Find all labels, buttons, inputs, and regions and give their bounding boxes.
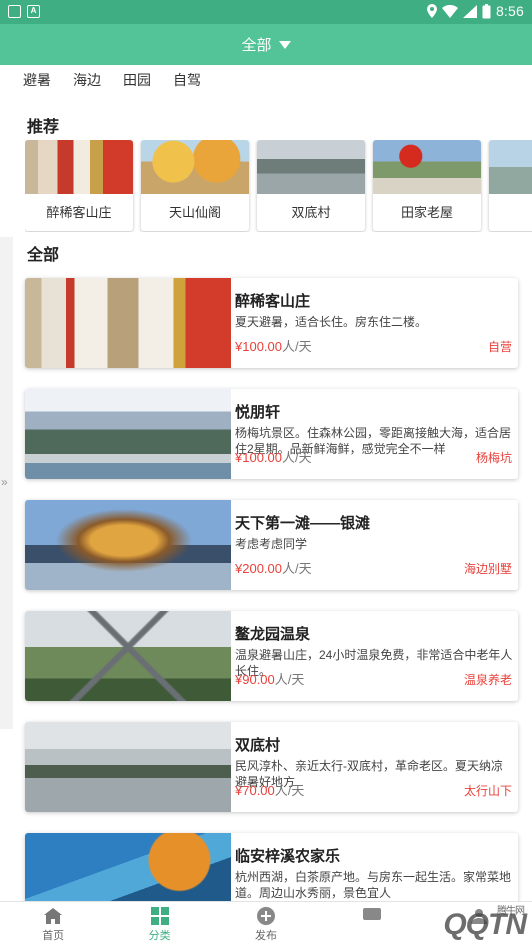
recommend-name: 天山仙阁 — [168, 205, 221, 220]
category-tab-selfdrive[interactable]: 自驾 — [173, 70, 201, 90]
home-icon — [44, 908, 63, 924]
recommend-image — [257, 140, 365, 194]
list-item[interactable]: 醉稀客山庄 夏天避暑，适合长住。房东住二楼。 ¥100.00人/天 自营 — [25, 278, 518, 368]
status-bar: A 8:56 — [0, 0, 532, 24]
nav-publish[interactable]: 发布 — [213, 902, 319, 946]
recommend-card[interactable]: 天山仙阁 — [141, 140, 249, 231]
list-item-title: 临安梓溪农家乐 — [235, 848, 341, 865]
nav-category-label: 分类 — [148, 930, 171, 942]
recommend-image — [489, 140, 532, 194]
message-icon — [363, 908, 382, 920]
status-time: 8:56 — [495, 3, 524, 19]
recommend-card[interactable]: 醉稀客山庄 — [25, 140, 133, 231]
recommend-image — [141, 140, 249, 194]
list-item-tag: 温泉养老 — [463, 673, 512, 687]
double-chevron-right-icon: » — [1, 475, 8, 489]
nav-publish-label: 发布 — [254, 930, 277, 942]
side-drawer-handle[interactable]: » — [0, 237, 13, 729]
list-item-price: ¥70.00人/天 — [235, 783, 305, 798]
category-tabs: 避暑 海边 田园 自驾 — [23, 70, 201, 90]
nav-category[interactable]: 分类 — [106, 902, 212, 946]
caret-down-icon — [278, 40, 291, 49]
list-item-image — [25, 278, 231, 368]
list-item-desc: 夏天避暑，适合长住。房东住二楼。 — [235, 315, 428, 329]
list-item-price: ¥90.00人/天 — [235, 672, 305, 687]
recommend-title: 推荐 — [27, 119, 60, 136]
list-item-tag: 杨梅坑 — [475, 451, 512, 465]
recommend-card[interactable]: 双底村 — [257, 140, 365, 231]
plus-circle-icon — [256, 907, 275, 925]
notification-icon — [8, 5, 21, 18]
list-item[interactable]: 鳌龙园温泉 温泉避暑山庄，24小时温泉免费，非常适合中老年人长住。 ¥90.00… — [25, 611, 518, 701]
recommend-name: 双底村 — [291, 205, 331, 220]
list-item-title: 天下第一滩——银滩 — [235, 515, 371, 532]
nav-home[interactable]: 首页 — [0, 902, 106, 946]
list-item-price: ¥100.00人/天 — [235, 450, 312, 465]
recommend-image — [25, 140, 133, 194]
signal-icon — [462, 4, 477, 18]
all-title: 全部 — [27, 247, 60, 264]
category-filter-header[interactable]: 全部 — [0, 24, 532, 65]
header-title: 全部 — [241, 37, 272, 54]
list-item-desc: 杭州西湖，白茶原产地。与房东一起生活。家常菜地道。周边山水秀丽，景色宜人 — [235, 870, 512, 900]
app-notification-icon: A — [27, 5, 40, 18]
recommend-carousel[interactable]: 醉稀客山庄 天山仙阁 双底村 田家老屋 — [25, 140, 532, 232]
grid-icon — [150, 907, 169, 925]
location-icon — [426, 4, 437, 18]
recommend-name: 田家老屋 — [400, 205, 453, 220]
recommend-card[interactable]: 田家老屋 — [373, 140, 481, 231]
nav-messages[interactable] — [319, 902, 425, 946]
wifi-icon — [441, 4, 458, 18]
list-item-image — [25, 722, 231, 812]
list-item-tag: 海边别墅 — [463, 562, 512, 576]
list-item-price: ¥200.00人/天 — [235, 561, 312, 576]
list-item[interactable]: 悦朋轩 杨梅坑景区。住森林公园，零距离接触大海，适合居住2星期。品新鲜海鲜，感觉… — [25, 389, 518, 479]
list-item-price: ¥100.00人/天 — [235, 339, 312, 354]
list-item[interactable]: 天下第一滩——银滩 考虑考虑同学 ¥200.00人/天 海边别墅 — [25, 500, 518, 590]
watermark-logo: 腾牛网 QQTN — [443, 906, 527, 941]
recommend-name: 醉稀客山庄 — [46, 205, 112, 220]
list-item-image — [25, 500, 231, 590]
battery-icon — [482, 3, 491, 18]
category-tab-summer[interactable]: 避暑 — [23, 70, 51, 90]
list-item-title: 醉稀客山庄 — [235, 293, 311, 310]
nav-home-label: 首页 — [42, 930, 65, 942]
list-item-title: 鳌龙园温泉 — [235, 626, 311, 643]
list-item-desc: 考虑考虑同学 — [235, 537, 308, 551]
category-tab-seaside[interactable]: 海边 — [73, 70, 101, 90]
category-tab-countryside[interactable]: 田园 — [123, 70, 151, 90]
list-item-image — [25, 389, 231, 479]
recommend-card[interactable] — [489, 140, 532, 231]
list-item-image — [25, 611, 231, 701]
list-item-title: 悦朋轩 — [235, 404, 281, 421]
list-item[interactable]: 双底村 民风淳朴、亲近太行-双底村，革命老区。夏天纳凉避暑好地方 ¥70.00人… — [25, 722, 518, 812]
list-item-tag: 自营 — [487, 340, 512, 354]
list-item-title: 双底村 — [235, 737, 281, 754]
recommend-image — [373, 140, 481, 194]
list-item-tag: 太行山下 — [463, 784, 512, 798]
